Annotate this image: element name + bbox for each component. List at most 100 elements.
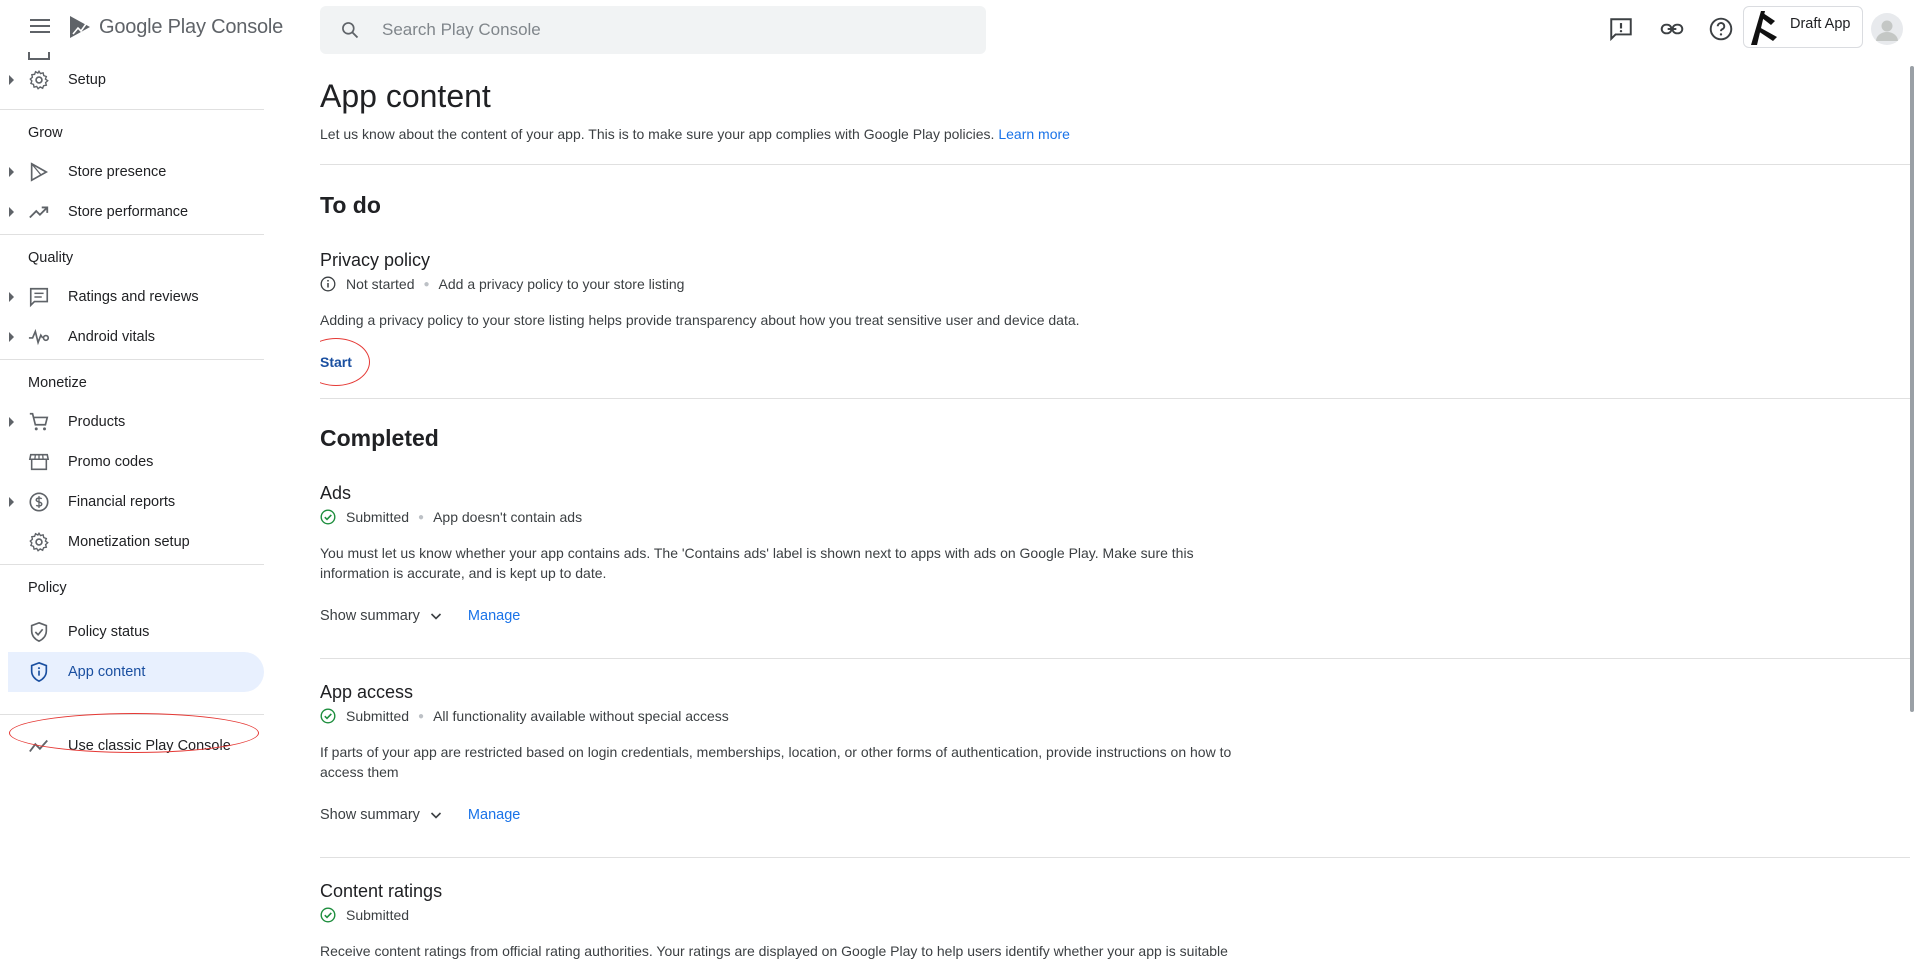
- app-selector[interactable]: Draft App: [1743, 6, 1863, 48]
- sidebar-item-financial-reports[interactable]: Financial reports: [0, 482, 264, 522]
- person-icon: [1876, 20, 1898, 41]
- shield-info-icon: [30, 661, 48, 683]
- separator-dot: ●: [423, 278, 430, 290]
- app-access-actions: Show summary Manage: [320, 807, 520, 823]
- help-icon[interactable]: [1708, 16, 1734, 42]
- sidebar-item-monetization-setup[interactable]: Monetization setup: [0, 522, 264, 562]
- section-heading-completed: Completed: [320, 425, 439, 451]
- trending-icon: [29, 739, 48, 753]
- divider: [320, 164, 1910, 165]
- status-detail: Add a privacy policy to your store listi…: [438, 276, 685, 292]
- gear-icon: [29, 532, 49, 552]
- search-icon: [342, 22, 359, 39]
- feedback-icon[interactable]: [1608, 16, 1634, 42]
- app-title: Google Play Console: [99, 15, 284, 38]
- content-ratings-status: Submitted: [320, 907, 409, 923]
- chevron-down-icon: [430, 613, 441, 620]
- scrollbar[interactable]: [1910, 66, 1914, 712]
- divider: [0, 234, 264, 235]
- show-summary-label: Show summary: [320, 807, 420, 823]
- manage-link[interactable]: Manage: [468, 608, 520, 624]
- manage-link[interactable]: Manage: [468, 807, 520, 823]
- sidebar-item-app-content[interactable]: App content: [8, 652, 264, 692]
- divider: [0, 359, 264, 360]
- sidebar-item-label: Policy status: [68, 624, 150, 640]
- status-label: Not started: [346, 276, 415, 292]
- dollar-circle-icon: [29, 492, 49, 512]
- check-circle-icon: [320, 907, 336, 923]
- show-summary-button[interactable]: Show summary: [320, 608, 444, 624]
- search-input[interactable]: [382, 6, 972, 54]
- chevron-down-icon: [430, 812, 441, 819]
- ads-actions: Show summary Manage: [320, 608, 520, 624]
- link-icon[interactable]: [1659, 16, 1685, 42]
- expand-caret-icon: [9, 417, 14, 427]
- sidebar-item-label: Store presence: [68, 164, 167, 180]
- divider: [320, 658, 1910, 659]
- content-ratings-description: Receive content ratings from official ra…: [320, 943, 1228, 966]
- check-circle-icon: [320, 509, 336, 525]
- section-title-monetize: Monetize: [28, 375, 87, 391]
- play-console-logo[interactable]: Google Play Console: [68, 14, 283, 40]
- content-ratings-title: Content ratings: [320, 881, 443, 901]
- show-summary-button[interactable]: Show summary: [320, 807, 444, 823]
- account-avatar[interactable]: [1871, 13, 1903, 45]
- sidebar-item-classic-console[interactable]: Use classic Play Console: [0, 726, 264, 766]
- scrolled-item-icon: [28, 52, 50, 60]
- section-heading-todo: To do: [320, 192, 381, 218]
- privacy-policy-description: Adding a privacy policy to your store li…: [320, 312, 1080, 328]
- sidebar-item-label: Store performance: [68, 204, 189, 220]
- main-content: App content Let us know about the conten…: [320, 58, 1910, 966]
- ads-title: Ads: [320, 483, 352, 503]
- page-description-text: Let us know about the content of your ap…: [320, 126, 995, 142]
- app-name: Draft App: [1790, 16, 1851, 32]
- expand-caret-icon: [9, 292, 14, 302]
- page-title: App content: [320, 78, 491, 114]
- expand-caret-icon: [9, 497, 14, 507]
- start-button[interactable]: Start: [320, 354, 352, 370]
- section-title-quality: Quality: [28, 250, 74, 266]
- expand-caret-icon: [9, 332, 14, 342]
- privacy-policy-title: Privacy policy: [320, 250, 431, 270]
- learn-more-link[interactable]: Learn more: [998, 126, 1070, 142]
- status-label: Submitted: [346, 509, 410, 525]
- app-logo-icon: [1751, 11, 1777, 45]
- sidebar-item-android-vitals[interactable]: Android vitals: [0, 317, 264, 357]
- play-icon: [30, 162, 49, 182]
- search-bar[interactable]: [320, 6, 986, 54]
- status-detail: App doesn't contain ads: [433, 509, 583, 525]
- play-console-logo-icon: [70, 16, 90, 38]
- cart-icon: [29, 412, 49, 431]
- sidebar-item-label: Ratings and reviews: [68, 289, 199, 305]
- ads-description: You must let us know whether your app co…: [320, 545, 1194, 581]
- status-detail: All functionality available without spec…: [433, 708, 729, 724]
- section-title-grow: Grow: [28, 125, 63, 141]
- sidebar-item-store-performance[interactable]: Store performance: [0, 192, 264, 232]
- gear-icon: [29, 70, 49, 90]
- sidebar-item-store-presence[interactable]: Store presence: [0, 152, 264, 192]
- status-label: Submitted: [346, 708, 410, 724]
- divider: [0, 564, 264, 565]
- divider: [0, 714, 264, 715]
- ads-status: Submitted ● App doesn't contain ads: [320, 509, 582, 525]
- sidebar-item-promo-codes[interactable]: Promo codes: [0, 442, 264, 482]
- shield-check-icon: [30, 621, 48, 643]
- divider: [320, 398, 1910, 399]
- sidebar-item-ratings-reviews[interactable]: Ratings and reviews: [0, 277, 264, 317]
- sidebar-item-setup[interactable]: Setup: [0, 60, 264, 100]
- sidebar-item-policy-status[interactable]: Policy status: [0, 612, 264, 652]
- sidebar-item-label: Use classic Play Console: [68, 738, 231, 754]
- sidebar-item-label: Promo codes: [68, 454, 154, 470]
- vitals-icon: [28, 328, 50, 346]
- sidebar-item-label: Setup: [68, 72, 106, 88]
- info-icon: [320, 276, 336, 292]
- sidebar-item-products[interactable]: Products: [0, 402, 264, 442]
- top-app-bar: Google Play Console Draft App: [0, 0, 1920, 58]
- sidebar-item-label: Financial reports: [68, 494, 176, 510]
- section-title-policy: Policy: [28, 580, 67, 596]
- menu-icon[interactable]: [30, 19, 50, 33]
- app-access-status: Submitted ● All functionality available …: [320, 708, 729, 724]
- status-label: Submitted: [346, 907, 410, 923]
- expand-caret-icon: [9, 207, 14, 217]
- app-access-title: App access: [320, 682, 414, 702]
